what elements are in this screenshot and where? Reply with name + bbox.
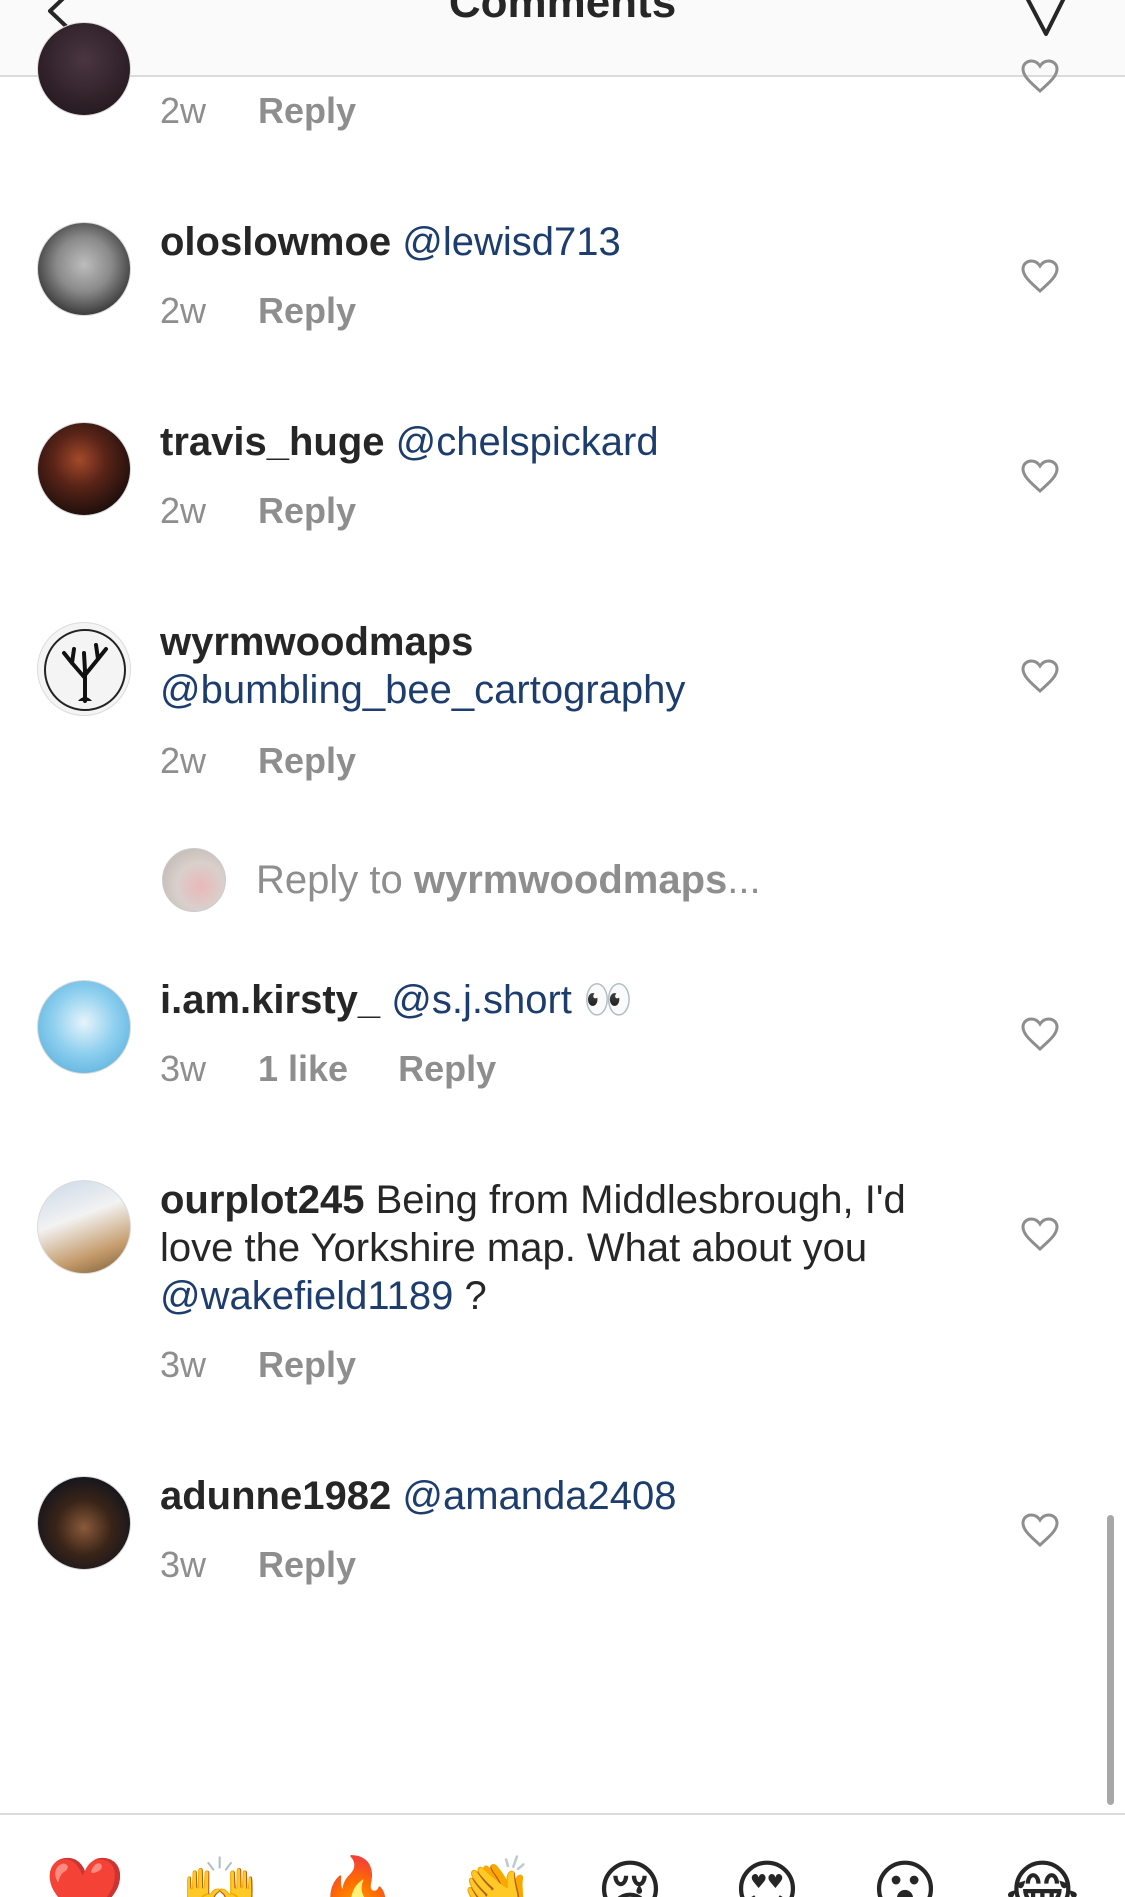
- comment-meta: 2w Reply: [160, 288, 356, 334]
- comment-text: travis_huge @chelspickard: [160, 418, 940, 466]
- comment-time: 2w: [160, 290, 207, 331]
- comment-username[interactable]: ourplot245: [160, 1178, 364, 1222]
- page-title: Comments: [448, 0, 677, 27]
- raised-hands-emoji-button[interactable]: 🙌: [180, 1855, 260, 1897]
- reply-button[interactable]: Reply: [258, 290, 356, 331]
- emoji-bar: ❤️ 🙌 🔥 👏 😢 😍 😮 😂: [0, 1813, 1125, 1897]
- heart-icon[interactable]: [1020, 1216, 1060, 1252]
- comment-text: oloslowmoe @lewisd713: [160, 218, 940, 266]
- comment-username[interactable]: travis_huge: [160, 420, 385, 464]
- avatar[interactable]: [37, 980, 131, 1074]
- avatar[interactable]: [37, 1180, 131, 1274]
- heart-icon[interactable]: [1020, 258, 1060, 294]
- reply-prompt-ellipsis: ...: [727, 858, 761, 902]
- current-user-avatar: [162, 848, 226, 912]
- comment-username[interactable]: adunne1982: [160, 1474, 391, 1518]
- comment-time: 2w: [160, 740, 207, 781]
- laughing-emoji-button[interactable]: 😂: [1005, 1855, 1080, 1897]
- comment-mention[interactable]: @chelspickard: [396, 420, 659, 464]
- comment-mention[interactable]: @amanda2408: [402, 1474, 676, 1518]
- comment-meta: 3w Reply: [160, 1342, 356, 1388]
- crying-emoji-button[interactable]: 😢: [595, 1855, 665, 1897]
- comment-username[interactable]: i.am.kirsty_: [160, 978, 380, 1022]
- reply-button[interactable]: Reply: [258, 1544, 356, 1585]
- reply-button[interactable]: Reply: [258, 1344, 356, 1385]
- comment-body-end: ?: [464, 1274, 487, 1318]
- heart-icon[interactable]: [1020, 458, 1060, 494]
- comment-meta: 2w Reply: [160, 738, 356, 784]
- comment-meta: 2w Reply: [160, 88, 356, 134]
- avatar[interactable]: [37, 222, 131, 316]
- comment-mention[interactable]: @lewisd713: [402, 220, 621, 264]
- comment-username[interactable]: wyrmwoodmaps: [160, 620, 473, 664]
- comment-text: i.am.kirsty_ @s.j.short 👀: [160, 976, 940, 1024]
- comment-mention[interactable]: @s.j.short: [391, 978, 572, 1022]
- comment-meta: 3w 1 like Reply: [160, 1046, 496, 1092]
- heart-icon[interactable]: [1020, 658, 1060, 694]
- scrollbar[interactable]: [1107, 1515, 1114, 1805]
- heart-icon[interactable]: [1020, 1512, 1060, 1548]
- header-bar: Comments: [0, 0, 1125, 77]
- comment-emoji: 👀: [583, 978, 633, 1022]
- heart-icon[interactable]: [1020, 58, 1060, 94]
- comment-mention[interactable]: @wakefield1189: [160, 1274, 453, 1318]
- avatar[interactable]: [37, 622, 131, 716]
- reply-button[interactable]: Reply: [258, 490, 356, 531]
- comment-time: 2w: [160, 90, 207, 131]
- clapping-emoji-button[interactable]: 👏: [455, 1855, 535, 1897]
- comment-time: 2w: [160, 490, 207, 531]
- reply-prompt-prefix: Reply to: [256, 858, 403, 902]
- reply-placeholder[interactable]: Reply to wyrmwoodmaps...: [256, 856, 761, 904]
- reply-prompt-username: wyrmwoodmaps: [413, 858, 728, 902]
- heart-emoji-button[interactable]: ❤️: [45, 1855, 125, 1897]
- heart-icon[interactable]: [1020, 1016, 1060, 1052]
- avatar[interactable]: [37, 1476, 131, 1570]
- reply-button[interactable]: Reply: [398, 1048, 496, 1089]
- comment-meta: 2w Reply: [160, 488, 356, 534]
- comment-meta: 3w Reply: [160, 1542, 356, 1588]
- comment-time: 3w: [160, 1344, 207, 1385]
- comment-text: adunne1982 @amanda2408: [160, 1472, 940, 1520]
- tree-logo-icon: [44, 629, 126, 711]
- comment-text: wyrmwoodmaps @bumbling_bee_cartography: [160, 618, 940, 714]
- comment-time: 3w: [160, 1048, 207, 1089]
- surprised-emoji-button[interactable]: 😮: [870, 1855, 940, 1897]
- fire-emoji-button[interactable]: 🔥: [318, 1855, 398, 1897]
- comment-text: ourplot245 Being from Middlesbrough, I'd…: [160, 1176, 940, 1320]
- heart-eyes-emoji-button[interactable]: 😍: [732, 1855, 802, 1897]
- reply-button[interactable]: Reply: [258, 90, 356, 131]
- reply-button[interactable]: Reply: [258, 740, 356, 781]
- comment-mention[interactable]: @bumbling_bee_cartography: [160, 668, 685, 712]
- send-icon[interactable]: [1020, 0, 1070, 42]
- comment-time: 3w: [160, 1544, 207, 1585]
- avatar[interactable]: [37, 22, 131, 116]
- likes-count[interactable]: 1 like: [258, 1046, 348, 1092]
- avatar[interactable]: [37, 422, 131, 516]
- comment-username[interactable]: oloslowmoe: [160, 220, 391, 264]
